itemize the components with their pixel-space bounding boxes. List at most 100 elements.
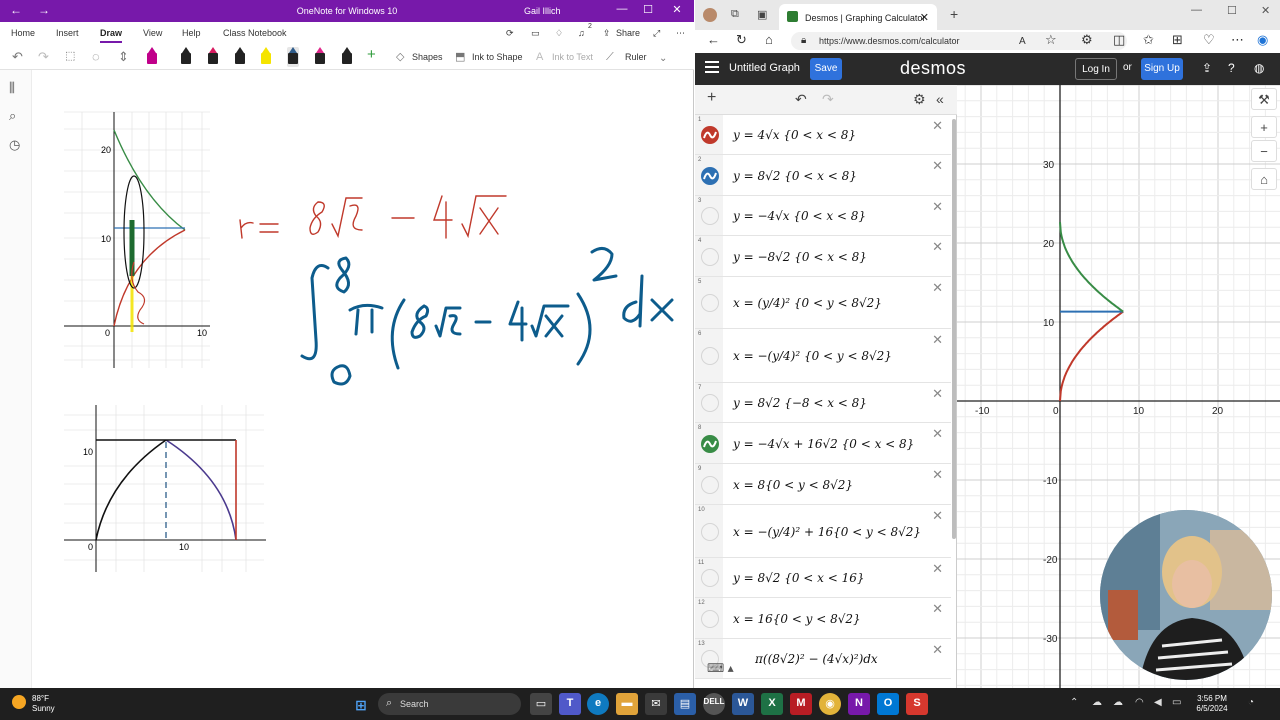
undo-icon[interactable]: ↶ [12, 50, 23, 63]
page-canvas[interactable]: 20 10 0 10 10 0 10 [32, 70, 692, 686]
share-icon[interactable]: ⇪ [603, 28, 611, 39]
cloud-sync-icon[interactable]: ☁ [1113, 697, 1123, 708]
graph-hidden-toggle-icon[interactable] [701, 609, 719, 628]
menu-help[interactable]: Help [182, 28, 201, 38]
graph-hidden-toggle-icon[interactable] [701, 394, 719, 412]
pen-black-icon[interactable] [180, 47, 192, 67]
notebook-icon[interactable]: ▭ [531, 28, 540, 39]
graph-wrench-icon[interactable]: ⚒ [1251, 88, 1277, 110]
word-icon[interactable]: W [732, 693, 754, 715]
add-expression-icon[interactable]: + [707, 89, 716, 107]
expression-math[interactable]: x = 16{0 < y < 8√2} [733, 612, 861, 626]
taskbar-search[interactable]: ⌕ Search [378, 693, 521, 715]
chevron-down-icon[interactable]: ⌄ [659, 52, 667, 65]
delete-expression-icon[interactable]: ✕ [932, 467, 943, 483]
outlook-icon[interactable]: O [877, 693, 899, 715]
hamburger-menu-icon[interactable] [705, 61, 719, 75]
graph-hidden-toggle-icon[interactable] [701, 207, 719, 225]
menu-home[interactable]: Home [11, 28, 35, 38]
onedrive-cloud-icon[interactable]: ☁ [1092, 697, 1102, 708]
bell-icon[interactable]: ♫ [578, 28, 585, 38]
expression-math[interactable]: x = (y/4)² {0 < y < 8√2} [733, 296, 882, 310]
ruler-icon[interactable]: ⟋ [606, 51, 614, 64]
windows-start-icon[interactable]: ⊞ [350, 693, 372, 715]
expression-row[interactable]: 2 y = 8√2 {0 < x < 8} ✕ [695, 155, 951, 196]
highlighter-yellow-icon[interactable] [260, 47, 272, 67]
lasso-select-icon[interactable]: ◌ [92, 50, 100, 63]
copilot-icon[interactable]: ◉ [1257, 33, 1268, 47]
expression-math[interactable]: x = 8{0 < y < 8√2} [733, 478, 853, 492]
collapse-list-icon[interactable]: « [936, 91, 944, 107]
mcafee-icon[interactable]: M [790, 693, 812, 715]
expression-math[interactable]: x = −(y/4)² + 16{0 < y < 8√2} [733, 525, 921, 539]
ruler-button[interactable]: Ruler [625, 52, 647, 62]
expand-icon[interactable]: ⤢ [653, 28, 660, 39]
expression-row[interactable]: 7 y = 8√2 {−8 < x < 8} ✕ [695, 383, 951, 423]
menu-view[interactable]: View [143, 28, 162, 38]
new-tab-icon[interactable]: + [950, 6, 958, 22]
favorites-icon[interactable]: ✩ [1143, 33, 1154, 47]
graph-hidden-toggle-icon[interactable] [701, 475, 719, 494]
graph-visible-toggle-icon[interactable] [701, 166, 719, 185]
expression-math[interactable]: π((8√2)² − (4√x)²)dx [755, 652, 878, 666]
notebooks-icon[interactable]: ⫼ [9, 80, 15, 96]
store-icon[interactable]: ▤ [674, 693, 696, 715]
home-icon[interactable]: ⌂ [765, 33, 773, 47]
onenote-icon[interactable]: N [848, 693, 870, 715]
redo-icon[interactable]: ↷ [822, 91, 834, 108]
delete-expression-icon[interactable]: ✕ [932, 508, 943, 524]
menu-insert[interactable]: Insert [56, 28, 79, 38]
signup-button[interactable]: Sign Up [1141, 58, 1183, 80]
maximize-icon[interactable]: ☐ [635, 3, 661, 16]
delete-expression-icon[interactable]: ✕ [932, 561, 943, 577]
default-view-home-icon[interactable]: ⌂ [1251, 168, 1277, 190]
graph-title[interactable]: Untitled Graph [729, 62, 800, 74]
menu-class-notebook[interactable]: Class Notebook [223, 28, 287, 38]
delete-expression-icon[interactable]: ✕ [932, 280, 943, 296]
delete-expression-icon[interactable]: ✕ [932, 386, 943, 402]
graph-settings-gear-icon[interactable]: ⚙ [913, 91, 926, 108]
shapes-button[interactable]: Shapes [412, 52, 443, 62]
pen-pink-icon[interactable] [314, 47, 326, 67]
volume-icon[interactable]: ◀ [1154, 697, 1162, 708]
snagit-icon[interactable]: S [906, 693, 928, 715]
menu-draw[interactable]: Draw [100, 28, 123, 43]
show-hidden-icons-chevron-icon[interactable]: ⌃ [1070, 697, 1078, 708]
login-button[interactable]: Log In [1075, 58, 1117, 80]
profile-avatar[interactable] [703, 8, 717, 22]
expression-row[interactable]: 4 y = −8√2 {0 < x < 8} ✕ [695, 236, 951, 277]
graph-hidden-toggle-icon[interactable] [701, 247, 719, 266]
expression-row[interactable]: 5 x = (y/4)² {0 < y < 8√2} ✕ [695, 277, 951, 329]
back-icon[interactable]: ← [707, 33, 720, 47]
edge-icon[interactable]: e [587, 693, 609, 715]
share-graph-icon[interactable]: ⇪ [1202, 61, 1212, 75]
search-icon[interactable]: ⌕ [9, 108, 16, 124]
graph-visible-toggle-icon[interactable] [701, 126, 719, 144]
zoom-out-icon[interactable]: − [1251, 140, 1277, 162]
delete-expression-icon[interactable]: ✕ [932, 601, 943, 617]
expression-math[interactable]: y = 8√2 {0 < x < 16} [733, 571, 865, 585]
tab-close-icon[interactable]: ✕ [920, 11, 929, 24]
workspaces-icon[interactable]: ⧉ [731, 8, 739, 21]
teams-icon[interactable]: T [559, 693, 581, 715]
browser-minimize-icon[interactable]: — [1191, 4, 1202, 16]
pen-dark-icon[interactable] [234, 47, 246, 67]
delete-expression-icon[interactable]: ✕ [932, 642, 943, 658]
pen-blue-icon[interactable] [287, 47, 299, 67]
expression-row[interactable]: 1 y = 4√x {0 < x < 8} ✕ [695, 115, 951, 155]
user-name[interactable]: Gail Illich [524, 6, 561, 16]
delete-expression-icon[interactable]: ✕ [932, 332, 943, 348]
expression-row[interactable]: 8 y = −4√x + 16√2 {0 < x < 8} ✕ [695, 423, 951, 464]
sync-icon[interactable]: ⟳ [506, 28, 514, 39]
select-objects-icon[interactable]: ⬚ [65, 50, 75, 63]
read-aloud-icon[interactable]: A [1019, 35, 1026, 49]
file-explorer-icon[interactable]: ▬ [616, 693, 638, 715]
expression-math[interactable]: y = 8√2 {0 < x < 8} [733, 169, 857, 183]
expression-math[interactable]: y = 4√x {0 < x < 8} [733, 128, 856, 142]
add-pen-icon[interactable]: + [367, 47, 376, 62]
expression-math[interactable]: y = −4√x {0 < x < 8} [733, 209, 866, 223]
system-clock[interactable]: 3:56 PM 6/5/2024 [1190, 694, 1234, 714]
expression-row[interactable]: 10 x = −(y/4)² + 16{0 < y < 8√2} ✕ [695, 505, 951, 558]
tab-actions-icon[interactable]: ▣ [757, 8, 767, 21]
expression-row[interactable]: 11 y = 8√2 {0 < x < 16} ✕ [695, 558, 951, 598]
